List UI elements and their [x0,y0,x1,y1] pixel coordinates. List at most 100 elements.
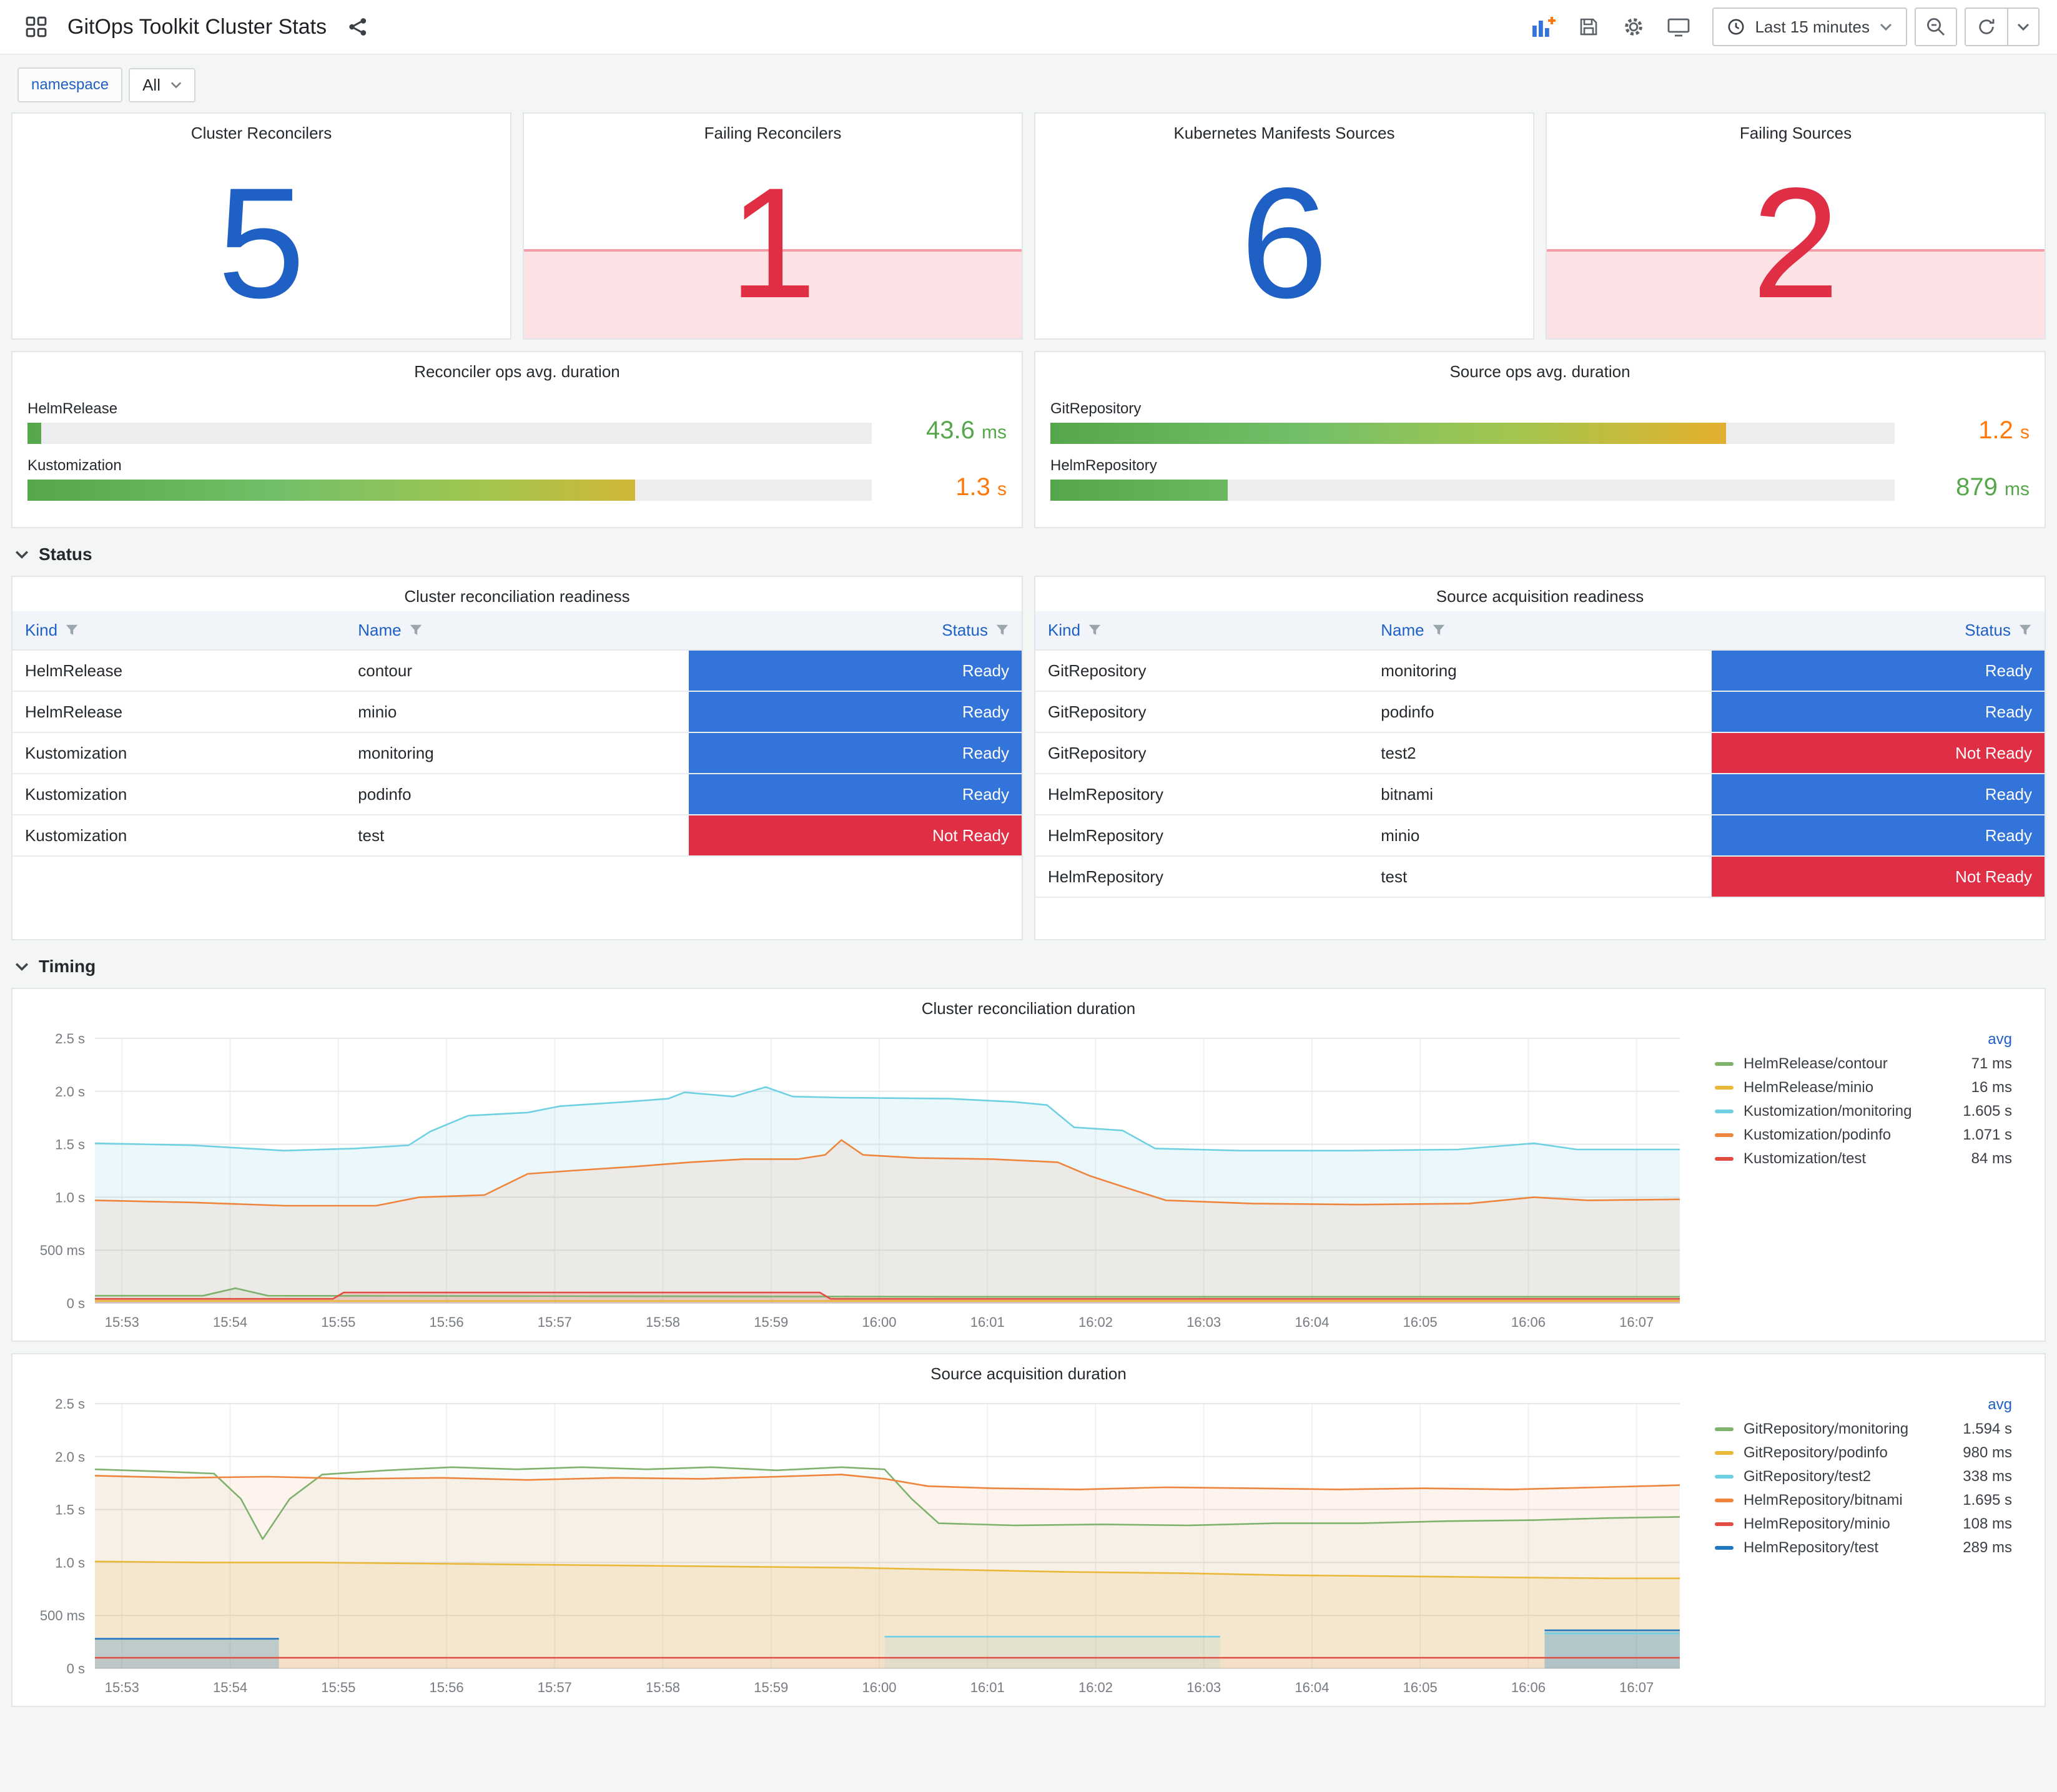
column-header-status[interactable]: Status [688,611,1022,651]
svg-text:1.0 s: 1.0 s [55,1555,85,1570]
cell-name: test2 [1368,732,1712,774]
legend-item[interactable]: Kustomization/monitoring 1.605 s [1715,1100,2012,1123]
svg-text:16:01: 16:01 [970,1680,1005,1695]
panel-title[interactable]: Cluster Reconcilers [12,114,510,148]
share-icon[interactable] [339,8,377,46]
series-color-mark [1715,1110,1734,1113]
dashboard-settings-button[interactable] [1615,8,1652,46]
cell-kind: HelmRelease [12,650,346,692]
column-header-kind[interactable]: Kind [1035,611,1369,651]
legend-item[interactable]: HelmRepository/minio 108 ms [1715,1512,2012,1536]
bar-gauge-row: GitRepository 1.2 s [1050,400,2030,444]
panel-title[interactable]: Kubernetes Manifests Sources [1035,114,1533,148]
row-toggle-timing[interactable]: Timing [11,940,2046,988]
legend-item[interactable]: HelmRepository/test 289 ms [1715,1536,2012,1560]
variable-namespace-label[interactable]: namespace [17,67,123,102]
refresh-button[interactable] [1966,9,2007,45]
panel-title[interactable]: Failing Sources [1547,114,2045,148]
panel-title[interactable]: Reconciler ops avg. duration [12,352,1022,386]
status-badge: Ready [688,650,1022,692]
gauges-row: Reconciler ops avg. duration HelmRelease… [11,351,2046,528]
legend-item[interactable]: Kustomization/podinfo 1.071 s [1715,1123,2012,1147]
series-avg-value: 108 ms [1963,1515,2012,1532]
gauge-value: 43.6 ms [926,416,1007,444]
refresh-control [1965,7,2040,46]
svg-text:16:00: 16:00 [862,1314,896,1330]
status-badge: Ready [1711,691,2045,733]
gauge-label: Kustomization [27,457,122,475]
status-badge: Ready [1711,774,2045,815]
legend-item[interactable]: HelmRelease/contour 71 ms [1715,1052,2012,1076]
table-row: HelmRepository test Not Ready [1035,856,2045,898]
panel-cluster-reconciliation-readiness: Cluster reconciliation readiness Kind Na… [11,576,1023,940]
time-range-picker[interactable]: Last 15 minutes [1712,7,1907,46]
series-name: HelmRepository/test [1744,1539,1879,1556]
svg-text:16:02: 16:02 [1078,1314,1113,1330]
panel-title[interactable]: Source acquisition duration [12,1354,2045,1389]
series-avg-value: 289 ms [1963,1539,2012,1556]
timeseries-plot[interactable]: 15:53 15:54 15:55 15:56 15:57 15:58 15:59 16:00… [17,1026,1697,1336]
legend-item[interactable]: GitRepository/monitoring 1.594 s [1715,1417,2012,1441]
refresh-interval-dropdown[interactable] [2007,9,2038,45]
stat-panel-kubernetes-manifests-sources: Kubernetes Manifests Sources 6 [1034,112,1534,340]
column-header-name[interactable]: Name [1368,611,1712,651]
clock-icon [1727,18,1745,36]
svg-text:15:57: 15:57 [538,1680,572,1695]
series-avg-value: 1.594 s [1963,1420,2012,1437]
legend-item[interactable]: GitRepository/podinfo 980 ms [1715,1441,2012,1465]
table-row: Kustomization test Not Ready [12,815,1022,857]
series-color-mark [1715,1427,1734,1431]
section-label: Timing [39,957,96,976]
panel-title[interactable]: Source ops avg. duration [1035,352,2045,386]
svg-text:1.5 s: 1.5 s [55,1502,85,1518]
cell-name: test [1368,856,1712,898]
dashboards-grid-icon[interactable] [17,8,55,46]
variable-namespace-value: All [142,75,160,94]
filter-icon[interactable] [1432,623,1446,637]
svg-text:16:04: 16:04 [1295,1314,1329,1330]
row-toggle-status[interactable]: Status [11,528,2046,576]
svg-text:16:05: 16:05 [1403,1314,1438,1330]
filter-icon[interactable] [65,623,79,637]
legend-item[interactable]: GitRepository/test2 338 ms [1715,1465,2012,1489]
column-header-kind[interactable]: Kind [12,611,346,651]
zoom-out-time-button[interactable] [1915,7,1957,46]
filter-icon[interactable] [409,623,423,637]
svg-text:2.5 s: 2.5 s [55,1396,85,1412]
column-header-status[interactable]: Status [1711,611,2045,651]
variable-namespace-select[interactable]: All [129,67,195,102]
timeseries-plot[interactable]: 15:53 15:54 15:55 15:56 15:57 15:58 15:59 16:00… [17,1391,1697,1701]
panel-title[interactable]: Cluster reconciliation duration [12,989,2045,1023]
stat-value: 2 [1752,155,1840,331]
svg-text:15:53: 15:53 [105,1680,139,1695]
panel-title[interactable]: Cluster reconciliation readiness [12,577,1022,611]
panel-title[interactable]: Source acquisition readiness [1035,577,2045,611]
table-row: GitRepository test2 Not Ready [1035,732,2045,774]
filter-icon[interactable] [995,623,1009,637]
series-name: HelmRepository/minio [1744,1515,1890,1532]
save-dashboard-button[interactable] [1570,8,1607,46]
status-badge: Ready [688,774,1022,815]
add-panel-button[interactable] [1525,8,1562,46]
legend-item[interactable]: HelmRelease/minio 16 ms [1715,1076,2012,1100]
column-header-name[interactable]: Name [345,611,689,651]
series-color-mark [1715,1451,1734,1455]
panel-title[interactable]: Failing Reconcilers [524,114,1022,148]
series-color-mark [1715,1546,1734,1550]
table-row: GitRepository podinfo Ready [1035,691,2045,733]
filter-icon[interactable] [1088,623,1102,637]
legend-item[interactable]: Kustomization/test 84 ms [1715,1147,2012,1171]
bar-gauge-track [1050,422,1895,444]
tv-mode-button[interactable] [1660,8,1697,46]
svg-text:16:03: 16:03 [1186,1314,1221,1330]
series-avg-value: 980 ms [1963,1444,2012,1461]
filter-icon[interactable] [2018,623,2032,637]
series-name: HelmRepository/bitnami [1744,1492,1903,1509]
legend-item[interactable]: HelmRepository/bitnami 1.695 s [1715,1489,2012,1512]
svg-text:1.0 s: 1.0 s [55,1189,85,1205]
cell-kind: HelmRelease [12,691,346,733]
series-avg-value: 84 ms [1971,1150,2012,1167]
series-color-mark [1715,1475,1734,1479]
gauge-label: GitRepository [1050,400,1142,417]
gauge-value: 1.3 s [955,473,1007,501]
